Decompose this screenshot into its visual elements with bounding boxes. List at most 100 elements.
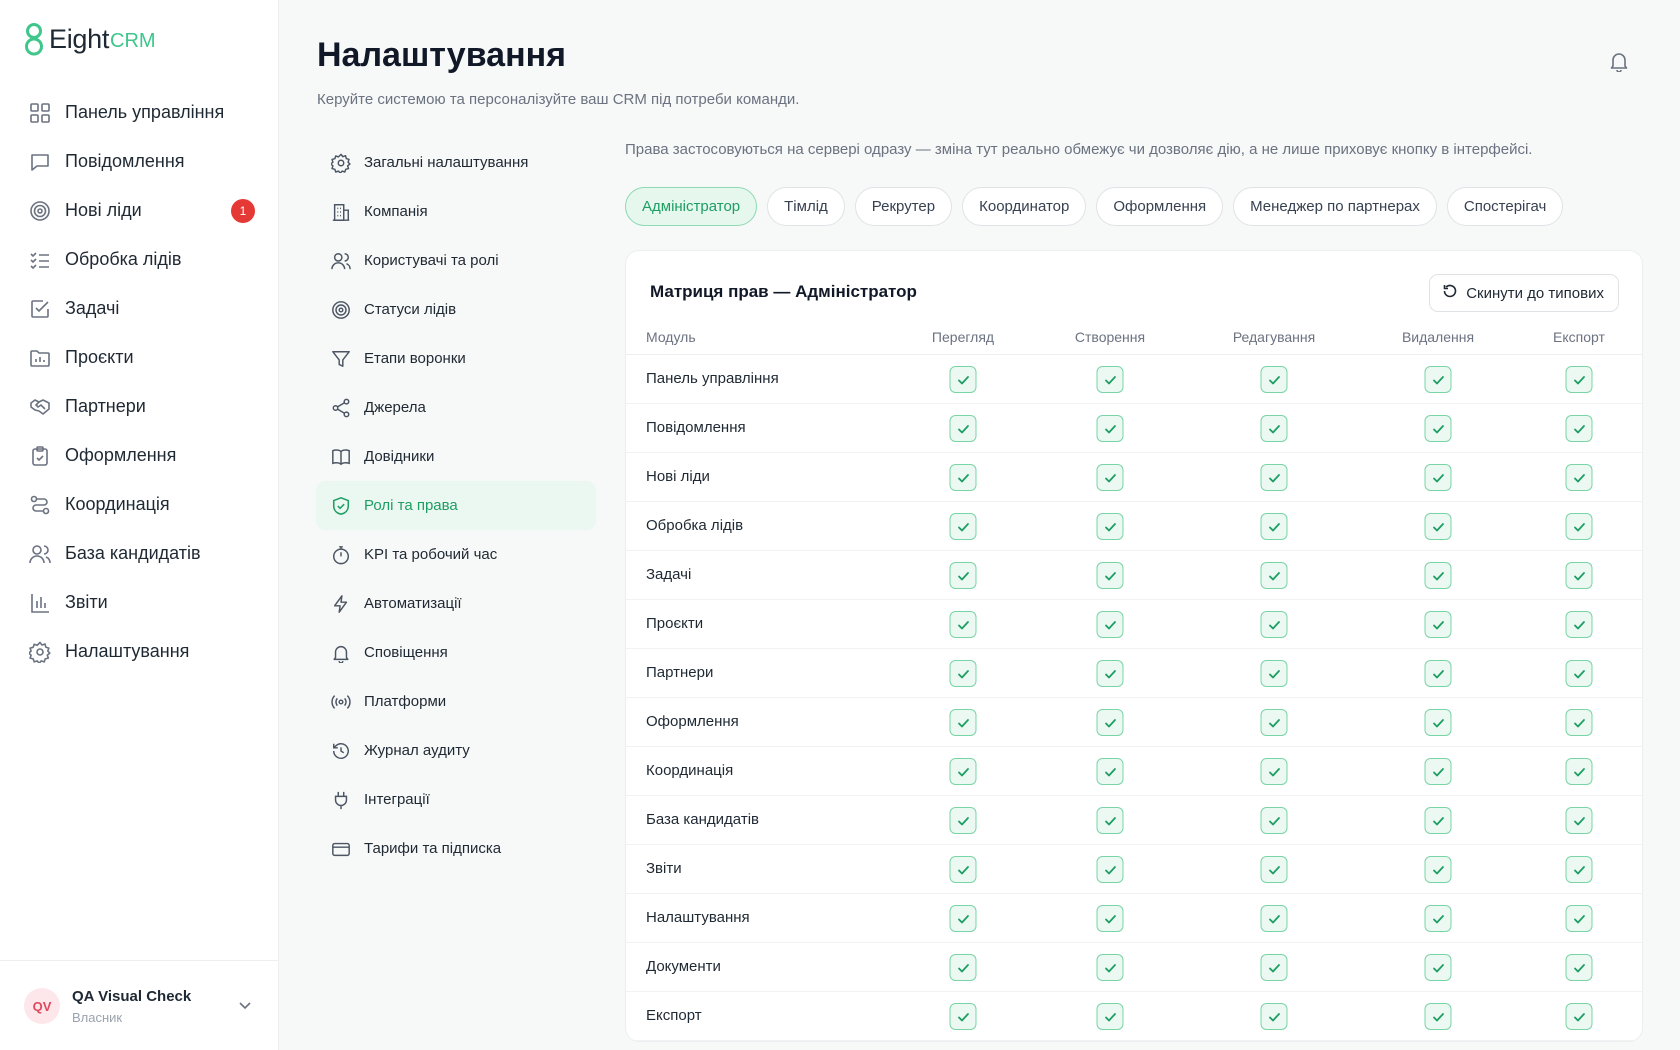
role-tab-teamlead[interactable]: Тімлід: [767, 187, 845, 226]
role-tab-coordinator[interactable]: Координатор: [962, 187, 1087, 226]
permission-checkbox-delete[interactable]: [1424, 954, 1452, 981]
settings-nav-directories[interactable]: Довідники: [316, 432, 596, 481]
role-tab-partner-manager[interactable]: Менеджер по партнерах: [1233, 187, 1437, 226]
sidebar-item-settings[interactable]: Налаштування: [22, 627, 258, 676]
sidebar-item-reports[interactable]: Звіти: [22, 578, 258, 627]
permission-checkbox-view[interactable]: [949, 464, 977, 491]
permission-checkbox-edit[interactable]: [1260, 905, 1288, 932]
settings-nav-kpi[interactable]: KPI та робочий час: [316, 530, 596, 579]
settings-nav-sources[interactable]: Джерела: [316, 383, 596, 432]
notifications-bell-icon[interactable]: [1608, 50, 1630, 77]
permission-checkbox-edit[interactable]: [1260, 366, 1288, 393]
permission-checkbox-view[interactable]: [949, 513, 977, 540]
permission-checkbox-create[interactable]: [1096, 758, 1124, 785]
permission-checkbox-export[interactable]: [1565, 415, 1593, 442]
permission-checkbox-edit[interactable]: [1260, 464, 1288, 491]
permission-checkbox-create[interactable]: [1096, 954, 1124, 981]
settings-nav-notifications[interactable]: Сповіщення: [316, 628, 596, 677]
permission-checkbox-export[interactable]: [1565, 709, 1593, 736]
sidebar-item-candidates[interactable]: База кандидатів: [22, 529, 258, 578]
permission-checkbox-create[interactable]: [1096, 1003, 1124, 1030]
sidebar-item-projects[interactable]: Проєкти: [22, 333, 258, 382]
permission-checkbox-export[interactable]: [1565, 611, 1593, 638]
permission-checkbox-delete[interactable]: [1424, 415, 1452, 442]
settings-nav-lead-statuses[interactable]: Статуси лідів: [316, 285, 596, 334]
settings-nav-billing[interactable]: Тарифи та підписка: [316, 824, 596, 873]
permission-checkbox-delete[interactable]: [1424, 856, 1452, 883]
permission-checkbox-edit[interactable]: [1260, 807, 1288, 834]
permission-checkbox-edit[interactable]: [1260, 513, 1288, 540]
settings-nav-audit-log[interactable]: Журнал аудиту: [316, 726, 596, 775]
settings-nav-roles-permissions[interactable]: Ролі та права: [316, 481, 596, 530]
permission-checkbox-create[interactable]: [1096, 415, 1124, 442]
permission-checkbox-delete[interactable]: [1424, 660, 1452, 687]
permission-checkbox-export[interactable]: [1565, 513, 1593, 540]
sidebar-item-coordination[interactable]: Координація: [22, 480, 258, 529]
permission-checkbox-export[interactable]: [1565, 758, 1593, 785]
permission-checkbox-export[interactable]: [1565, 562, 1593, 589]
permission-checkbox-create[interactable]: [1096, 660, 1124, 687]
permission-checkbox-create[interactable]: [1096, 611, 1124, 638]
sidebar-item-new-leads[interactable]: Нові ліди 1: [22, 186, 258, 235]
settings-nav-automations[interactable]: Автоматизації: [316, 579, 596, 628]
role-tab-administrator[interactable]: Адміністратор: [625, 187, 758, 226]
permission-checkbox-create[interactable]: [1096, 464, 1124, 491]
permission-checkbox-view[interactable]: [949, 562, 977, 589]
permission-checkbox-view[interactable]: [949, 905, 977, 932]
permission-checkbox-create[interactable]: [1096, 709, 1124, 736]
permission-checkbox-view[interactable]: [949, 415, 977, 442]
permission-checkbox-create[interactable]: [1096, 366, 1124, 393]
permission-checkbox-delete[interactable]: [1424, 464, 1452, 491]
permission-checkbox-edit[interactable]: [1260, 415, 1288, 442]
permission-checkbox-view[interactable]: [949, 1003, 977, 1030]
permission-checkbox-export[interactable]: [1565, 366, 1593, 393]
permission-checkbox-export[interactable]: [1565, 905, 1593, 932]
permission-checkbox-create[interactable]: [1096, 807, 1124, 834]
reset-defaults-button[interactable]: Скинути до типових: [1429, 274, 1619, 312]
sidebar-item-tasks[interactable]: Задачі: [22, 284, 258, 333]
permission-checkbox-edit[interactable]: [1260, 856, 1288, 883]
permission-checkbox-view[interactable]: [949, 709, 977, 736]
permission-checkbox-view[interactable]: [949, 660, 977, 687]
role-tab-registration[interactable]: Оформлення: [1096, 187, 1224, 226]
settings-nav-users-roles[interactable]: Користувачі та ролі: [316, 236, 596, 285]
settings-nav-platforms[interactable]: Платформи: [316, 677, 596, 726]
permission-checkbox-export[interactable]: [1565, 464, 1593, 491]
permission-checkbox-delete[interactable]: [1424, 758, 1452, 785]
permission-checkbox-edit[interactable]: [1260, 611, 1288, 638]
role-tab-observer[interactable]: Спостерігач: [1446, 187, 1564, 226]
permission-checkbox-delete[interactable]: [1424, 1003, 1452, 1030]
permission-checkbox-create[interactable]: [1096, 905, 1124, 932]
user-menu[interactable]: QV QA Visual Check Власник: [0, 960, 279, 1050]
permission-checkbox-view[interactable]: [949, 954, 977, 981]
sidebar-item-dashboard[interactable]: Панель управління: [22, 88, 258, 137]
permission-checkbox-delete[interactable]: [1424, 562, 1452, 589]
permission-checkbox-delete[interactable]: [1424, 807, 1452, 834]
permission-checkbox-delete[interactable]: [1424, 513, 1452, 540]
logo[interactable]: Eight CRM: [25, 21, 156, 57]
permission-checkbox-view[interactable]: [949, 611, 977, 638]
chevron-down-icon[interactable]: [237, 997, 253, 1018]
permission-checkbox-delete[interactable]: [1424, 905, 1452, 932]
permission-checkbox-edit[interactable]: [1260, 758, 1288, 785]
settings-nav-funnel-stages[interactable]: Етапи воронки: [316, 334, 596, 383]
settings-nav-company[interactable]: Компанія: [316, 187, 596, 236]
permission-checkbox-edit[interactable]: [1260, 1003, 1288, 1030]
permission-checkbox-export[interactable]: [1565, 1003, 1593, 1030]
permission-checkbox-view[interactable]: [949, 366, 977, 393]
sidebar-item-messages[interactable]: Повідомлення: [22, 137, 258, 186]
permission-checkbox-delete[interactable]: [1424, 709, 1452, 736]
permission-checkbox-create[interactable]: [1096, 513, 1124, 540]
permission-checkbox-view[interactable]: [949, 807, 977, 834]
permission-checkbox-create[interactable]: [1096, 562, 1124, 589]
permission-checkbox-edit[interactable]: [1260, 709, 1288, 736]
permission-checkbox-view[interactable]: [949, 856, 977, 883]
sidebar-item-partners[interactable]: Партнери: [22, 382, 258, 431]
permission-checkbox-export[interactable]: [1565, 954, 1593, 981]
permission-checkbox-export[interactable]: [1565, 856, 1593, 883]
permission-checkbox-edit[interactable]: [1260, 562, 1288, 589]
sidebar-item-registration[interactable]: Оформлення: [22, 431, 258, 480]
permission-checkbox-export[interactable]: [1565, 807, 1593, 834]
permission-checkbox-delete[interactable]: [1424, 611, 1452, 638]
permission-checkbox-export[interactable]: [1565, 660, 1593, 687]
